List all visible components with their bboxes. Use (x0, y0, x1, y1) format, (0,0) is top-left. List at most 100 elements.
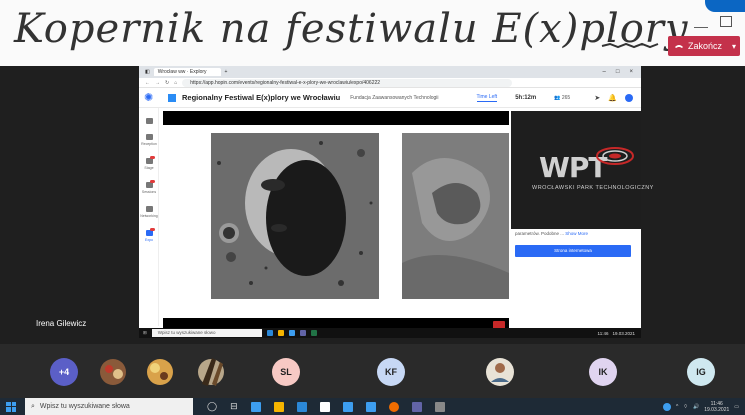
browser-addressbar: ← → ↻ ⌂ https://app.hopin.com/events/reg… (139, 78, 641, 88)
live-badge (150, 156, 155, 159)
windows-start-icon[interactable] (6, 401, 16, 412)
participant-tile[interactable]: IK (555, 344, 655, 398)
maximize-icon[interactable] (720, 16, 732, 27)
mars-face-image (211, 133, 379, 299)
handwritten-title: Kopernik na festiwalu E(x)plory (14, 6, 689, 52)
nav-reception[interactable]: Reception (139, 134, 159, 146)
reload-icon[interactable]: ↻ (165, 80, 169, 86)
participant-photo-tile[interactable] (143, 344, 177, 398)
shared-date: 19.03.2021 (612, 330, 635, 336)
scribble-mark (601, 42, 659, 49)
attendee-count-value: 265 (561, 94, 571, 101)
participant-overflow-tile[interactable]: +4 (40, 344, 90, 398)
shared-clock: 11:46 (597, 330, 609, 336)
user-avatar[interactable] (625, 93, 633, 102)
presenter-name: Irena Gilewicz (36, 319, 87, 328)
reception-icon (145, 134, 153, 140)
participant-avatar: SL (272, 358, 300, 386)
browser-minimize-icon[interactable]: – (603, 69, 606, 75)
shared-screen: ◧ Wrocław ww · Explory + – □ × ← → ↻ ⌂ htt… (139, 66, 653, 338)
title-banner: Kopernik na festiwalu E(x)plory — (0, 0, 745, 66)
forward-arrow-icon[interactable]: → (155, 80, 160, 86)
teams-app-badge (705, 0, 745, 12)
end-call-label: Zakończ (688, 41, 723, 51)
shared-teams-icon (299, 330, 306, 336)
swirl-logo-icon (596, 147, 634, 165)
chevron-up-icon[interactable]: ^ (676, 404, 678, 410)
store-icon[interactable] (319, 401, 330, 412)
back-arrow-icon[interactable]: ← (145, 80, 150, 86)
participant-photo-tile[interactable] (194, 344, 228, 398)
booth-video-area (163, 111, 509, 330)
shared-start-icon: ⊞ (143, 330, 147, 335)
participant-tile[interactable]: SL (232, 344, 342, 398)
nav-label: Sessions (141, 190, 157, 194)
live-badge (150, 180, 155, 183)
taskbar-clock[interactable]: 11:46 19.03.2021 (704, 401, 729, 413)
live-badge (150, 228, 155, 231)
participant-photo-tile[interactable] (96, 344, 130, 398)
taskbar-search-placeholder: Wpisz tu wyszukiwane słowa (39, 403, 130, 410)
video-letterbox-top (163, 111, 509, 125)
send-icon[interactable]: ➤ (594, 94, 600, 102)
shared-edge-icon (266, 330, 273, 336)
nav-home[interactable] (139, 118, 159, 126)
more-participants-badge: +4 (50, 358, 78, 386)
participant-photo-tile[interactable] (450, 344, 550, 398)
attendee-count: 👥 265 (554, 95, 570, 101)
edge-browser-icon[interactable] (296, 401, 307, 412)
nav-stage[interactable]: Stage (139, 156, 159, 170)
mail-app-icon[interactable] (250, 401, 261, 412)
nav-sessions[interactable]: Sessions (139, 180, 159, 194)
hopin-sidebar: Reception Stage Sessions Networking Expo (139, 108, 159, 326)
browser-maximize-icon[interactable]: □ (616, 69, 620, 75)
notifications-icon[interactable]: ▭ (734, 404, 739, 410)
task-view-icon[interactable]: ◯ (207, 401, 217, 412)
bell-icon[interactable]: 🔔 (608, 94, 617, 102)
shared-folder-icon (277, 330, 284, 336)
booth-description: parametrów. Podobne ... Show More (511, 231, 639, 236)
dropbox-icon[interactable] (342, 401, 353, 412)
firefox-icon[interactable] (388, 401, 399, 412)
mars-surface-image (402, 133, 509, 299)
nav-label: Expo (145, 238, 153, 242)
shared-taskbar: ⊞ Wpisz tu wyszukiwane słowo 11:46 19.03… (139, 328, 641, 338)
system-tray: ^ ⌔ 🔊 11:46 19.03.2021 ▭ (662, 401, 745, 413)
sponsor-subtitle: WROCŁAWSKI PARK TECHNOLOGICZNY (532, 185, 654, 191)
shared-excel-icon (310, 330, 317, 336)
hopin-logo-icon: ✺ (144, 91, 154, 104)
participant-tile[interactable]: IG (655, 344, 745, 398)
app-icon[interactable] (434, 401, 445, 412)
browser-tab[interactable]: Wrocław ww · Explory (153, 68, 221, 76)
browser-tabbar: ◧ Wrocław ww · Explory + – □ × (139, 66, 641, 78)
clock-date: 19.03.2021 (704, 406, 730, 413)
home-icon[interactable]: ⌂ (174, 80, 177, 86)
network-icon[interactable]: ⌔ (683, 404, 688, 410)
minimize-icon[interactable]: — (694, 18, 708, 34)
windows-taskbar: ⌕ Wpisz tu wyszukiwane słowa ◯ ⊟ ^ ⌔ 🔊 1… (0, 398, 745, 415)
taskbar-search[interactable]: ⌕ Wpisz tu wyszukiwane słowa (25, 398, 193, 415)
widgets-icon[interactable]: ⊟ (230, 401, 238, 412)
nav-expo[interactable]: Expo (139, 228, 159, 242)
nav-networking[interactable]: Networking (139, 206, 159, 218)
nav-label: Reception (141, 142, 157, 146)
show-more-link[interactable]: Show More (565, 231, 588, 236)
file-explorer-icon[interactable] (273, 401, 284, 412)
browser-close-icon[interactable]: × (629, 69, 633, 75)
event-badge (168, 93, 176, 102)
sponsor-banner: WPT WROCŁAWSKI PARK TECHNOLOGICZNY (511, 111, 653, 229)
chevron-down-icon[interactable]: ▾ (732, 42, 736, 51)
teams-icon[interactable] (411, 401, 422, 412)
home-nav-icon (145, 118, 153, 124)
participant-tile[interactable]: KF (343, 344, 453, 398)
website-button[interactable]: Strona internetowa (515, 245, 631, 257)
browser-back-icon[interactable]: ◧ (145, 69, 150, 75)
volume-icon[interactable]: 🔊 (693, 404, 699, 410)
onedrive-icon[interactable] (662, 402, 671, 411)
end-call-button[interactable]: Zakończ ▾ (668, 36, 740, 56)
lightning-icon[interactable] (365, 401, 376, 412)
time-left-label: Time Left (476, 93, 498, 102)
new-tab-icon[interactable]: + (225, 69, 228, 75)
url-field[interactable]: https://app.hopin.com/events/regionalny-… (182, 78, 513, 87)
shared-tray: 11:46 19.03.2021 (598, 331, 641, 336)
